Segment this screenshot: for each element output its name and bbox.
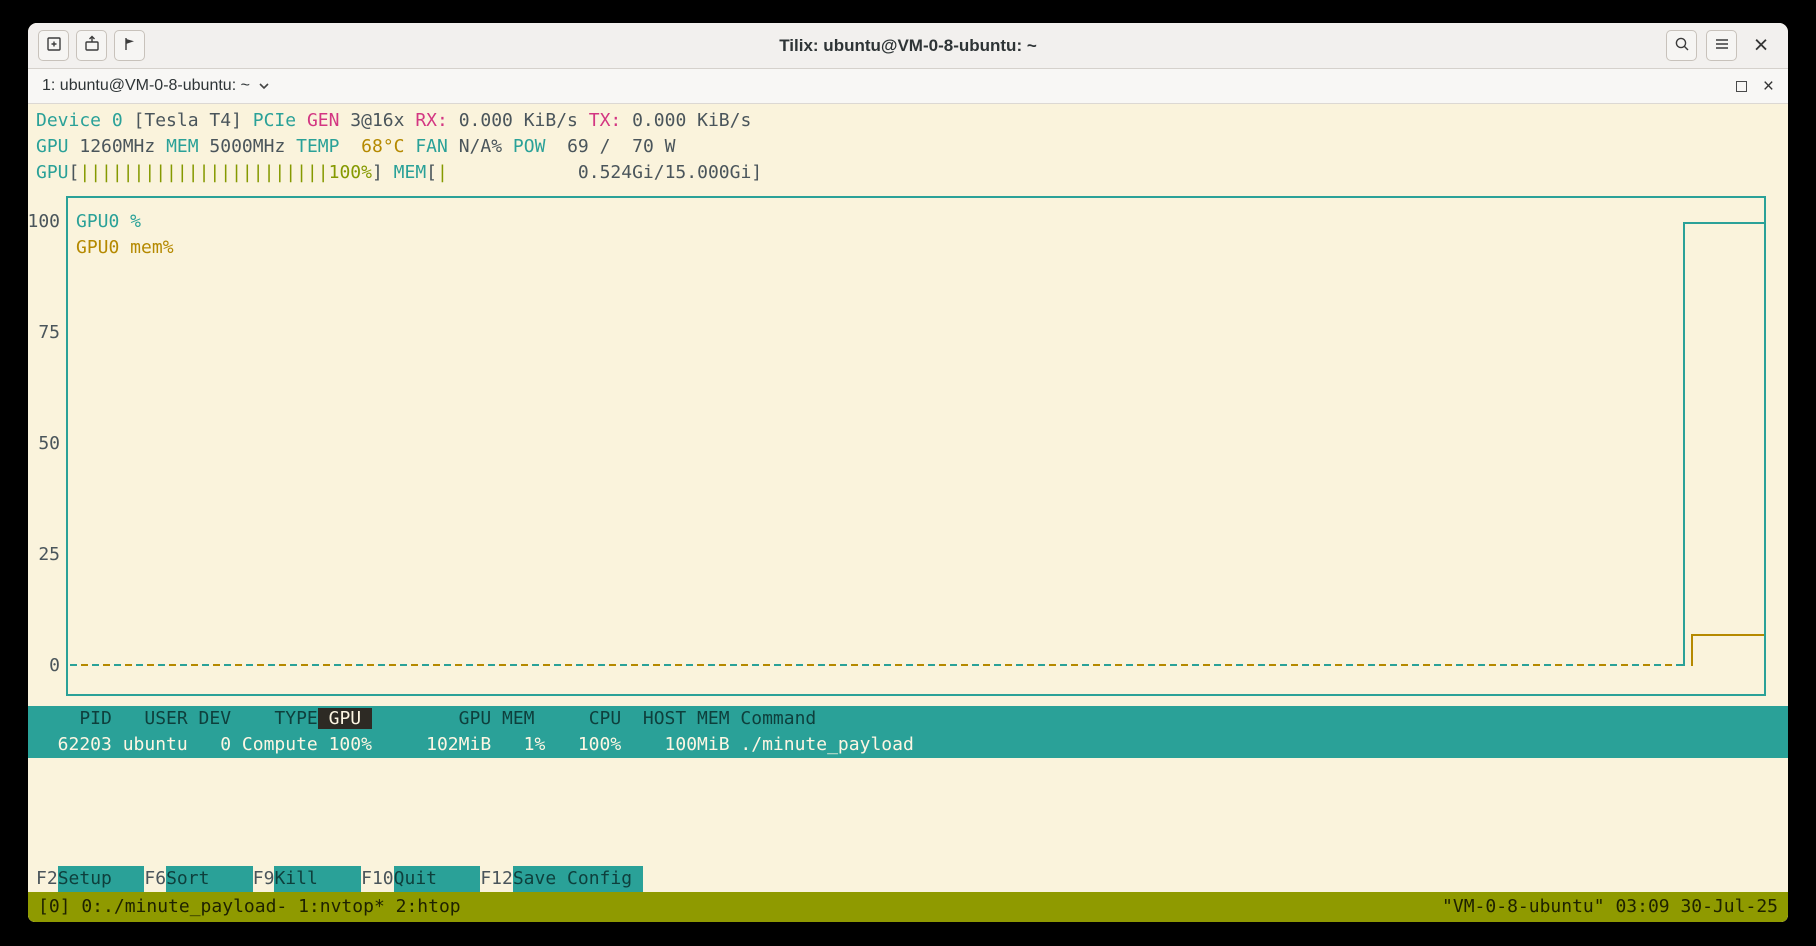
y-tick-25: 25 bbox=[38, 542, 60, 568]
fan-value: N/A% bbox=[459, 136, 513, 157]
menu-button[interactable] bbox=[1706, 30, 1737, 61]
pcie-label: PCIe bbox=[253, 110, 307, 131]
search-icon bbox=[1673, 35, 1691, 56]
tab-close-icon[interactable]: × bbox=[1763, 77, 1774, 96]
mem-clock-label: MEM bbox=[166, 136, 209, 157]
utilization-bars-line: GPU[|||||||||||||||||||||||100%] MEM[| 0… bbox=[28, 160, 1788, 186]
chart-legend: GPU0 % GPU0 mem% bbox=[76, 209, 174, 261]
tab-right-controls: × bbox=[1736, 77, 1774, 96]
mem-bar-label: MEM bbox=[394, 162, 427, 183]
fn-save-config-button[interactable]: Save Config bbox=[513, 866, 643, 892]
temp-value: 68°C bbox=[350, 136, 415, 157]
tabbar: 1: ubuntu@VM-0-8-ubuntu: ~ × bbox=[28, 69, 1788, 104]
y-tick-100: 100 bbox=[28, 209, 60, 235]
gpu-bar-fill: |||||||||||||||||||||||100% bbox=[79, 162, 372, 183]
legend-gpu-mem-percent: GPU0 mem% bbox=[76, 235, 174, 261]
gen-label: GEN bbox=[307, 110, 350, 131]
tx-value: 0.000 KiB/s bbox=[632, 110, 751, 131]
mem-bar-close-bracket: ] bbox=[751, 162, 762, 183]
function-key-bar: F2SetupF6SortF9KillF10QuitF12Save Config bbox=[28, 866, 1788, 892]
fn-key-f6: F6 bbox=[144, 868, 166, 889]
temp-label: TEMP bbox=[296, 136, 350, 157]
titlebar[interactable]: Tilix: ubuntu@VM-0-8-ubuntu: ~ × bbox=[28, 23, 1788, 69]
tmux-window-list[interactable]: [0] 0:./minute_payload- 1:nvtop* 2:htop bbox=[38, 894, 461, 920]
fn-sort-button[interactable]: Sort bbox=[166, 866, 253, 892]
fn-key-f12: F12 bbox=[480, 868, 513, 889]
titlebar-right-buttons: × bbox=[1666, 30, 1776, 61]
process-row[interactable]: 62203 ubuntu 0 Compute 100% 102MiB 1% 10… bbox=[28, 732, 1788, 758]
hamburger-menu-icon bbox=[1713, 35, 1731, 56]
gpu-bar-label: GPU bbox=[36, 162, 69, 183]
search-button[interactable] bbox=[1666, 30, 1697, 61]
header-left-columns: PID USER DEV TYPE bbox=[36, 708, 318, 729]
y-tick-75: 75 bbox=[38, 320, 60, 346]
device-name: [Tesla T4] bbox=[123, 110, 253, 131]
rx-label: RX: bbox=[415, 110, 458, 131]
fn-kill-button[interactable]: Kill bbox=[274, 866, 361, 892]
clocks-line: GPU 1260MHz MEM 5000MHz TEMP 68°C FAN N/… bbox=[28, 134, 1788, 160]
gpu-bar-open-bracket: [ bbox=[69, 162, 80, 183]
gpu-bar-close-bracket: ] bbox=[372, 162, 394, 183]
mem-bar-open-bracket: [ bbox=[426, 162, 437, 183]
legend-gpu-percent: GPU0 % bbox=[76, 209, 174, 235]
gpu-clock-value: 1260MHz bbox=[79, 136, 166, 157]
gpu-clock-label: GPU bbox=[36, 136, 79, 157]
tilix-window: Tilix: ubuntu@VM-0-8-ubuntu: ~ × 1: ubun… bbox=[28, 23, 1788, 922]
fn-key-f2: F2 bbox=[36, 868, 58, 889]
fn-key-f9: F9 bbox=[253, 868, 275, 889]
process-table-header: PID USER DEV TYPE GPU GPU MEM CPU HOST M… bbox=[28, 706, 1788, 732]
tab-session-1[interactable]: 1: ubuntu@VM-0-8-ubuntu: ~ bbox=[42, 77, 270, 95]
fn-quit-button[interactable]: Quit bbox=[394, 866, 481, 892]
fn-key-f10: F10 bbox=[361, 868, 394, 889]
chevron-down-icon bbox=[258, 77, 270, 95]
gen-value: 3@16x bbox=[350, 110, 415, 131]
chart-y-axis: 100 75 50 25 0 bbox=[28, 222, 62, 666]
mem-clock-value: 5000MHz bbox=[209, 136, 296, 157]
y-tick-0: 0 bbox=[49, 653, 60, 679]
chart-plot: GPU0 % GPU0 mem% bbox=[70, 222, 1764, 666]
pow-value: 69 / 70 W bbox=[556, 136, 675, 157]
maximize-terminal-icon[interactable] bbox=[1736, 81, 1747, 92]
fn-setup-button[interactable]: Setup bbox=[58, 866, 145, 892]
tmux-status-bar: [0] 0:./minute_payload- 1:nvtop* 2:htop … bbox=[28, 892, 1788, 922]
device-info-line: Device 0 [Tesla T4] PCIe GEN 3@16x RX: 0… bbox=[28, 108, 1788, 134]
tx-label: TX: bbox=[589, 110, 632, 131]
pow-label: POW bbox=[513, 136, 556, 157]
sort-column-gpu[interactable]: GPU bbox=[318, 708, 372, 729]
window-title: Tilix: ubuntu@VM-0-8-ubuntu: ~ bbox=[28, 23, 1788, 68]
mem-bar-value: 0.524Gi/15.000Gi bbox=[448, 162, 751, 183]
tmux-host-and-clock: "VM-0-8-ubuntu" 03:09 30-Jul-25 bbox=[1442, 894, 1778, 920]
tab-label: 1: ubuntu@VM-0-8-ubuntu: ~ bbox=[42, 77, 250, 95]
mem-bar-fill: | bbox=[437, 162, 448, 183]
y-tick-50: 50 bbox=[38, 431, 60, 457]
header-right-columns: GPU MEM CPU HOST MEM Command bbox=[372, 708, 816, 729]
rx-value: 0.000 KiB/s bbox=[459, 110, 589, 131]
close-window-button[interactable]: × bbox=[1746, 30, 1776, 61]
gpu-utilization-chart: GPU0 % GPU0 mem% bbox=[66, 196, 1766, 696]
device-label: Device 0 bbox=[36, 110, 123, 131]
terminal[interactable]: Device 0 [Tesla T4] PCIe GEN 3@16x RX: 0… bbox=[28, 104, 1788, 922]
close-icon: × bbox=[1754, 31, 1769, 60]
fan-label: FAN bbox=[415, 136, 458, 157]
